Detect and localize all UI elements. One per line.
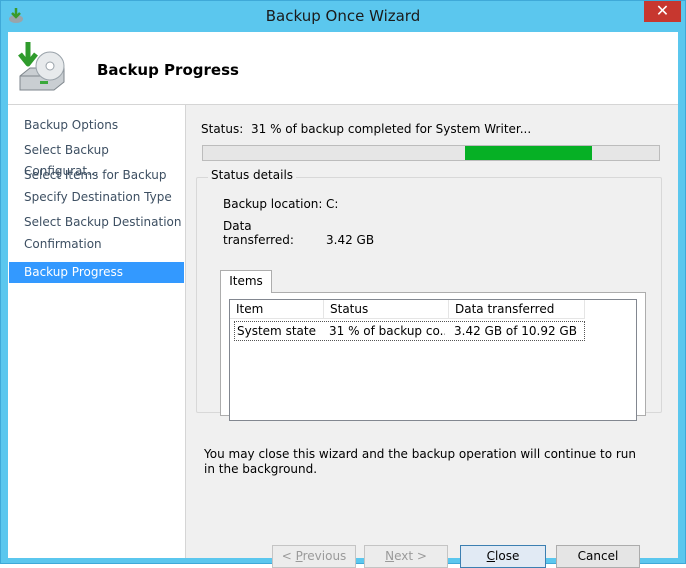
wizard-step-list: Backup Options Select Backup Configurat.… (8, 105, 186, 558)
status-label: Status: (201, 122, 244, 136)
step-confirmation[interactable]: Confirmation (9, 234, 184, 255)
step-specify-destination-type[interactable]: Specify Destination Type (9, 187, 184, 208)
data-transferred-value: 3.42 GB (326, 233, 375, 247)
backup-location-label: Backup location: (223, 197, 323, 211)
items-tab-panel: Item Status Data transferred System stat… (220, 292, 646, 421)
page-title: Backup Progress (97, 61, 239, 79)
background-run-note: You may close this wizard and the backup… (204, 447, 636, 476)
previous-access-key: P (295, 549, 303, 563)
step-backup-progress[interactable]: Backup Progress (9, 262, 184, 283)
backup-drive-icon (18, 42, 65, 91)
step-select-backup-configuration[interactable]: Select Backup Configurat... (9, 140, 184, 178)
tab-items[interactable]: Items (220, 270, 272, 293)
items-list-view[interactable]: Item Status Data transferred System stat… (229, 299, 637, 421)
table-row[interactable]: System state 31 % of backup co... 3.42 G… (234, 321, 585, 341)
previous-rest: revious (302, 549, 347, 563)
wizard-content: Status: 31 % of backup completed for Syst… (186, 105, 678, 568)
row-item-cell: System state (237, 324, 316, 338)
close-access-key: C (486, 549, 496, 563)
status-text: 31 % of backup completed for System Writ… (251, 122, 532, 136)
row-transferred-cell: 3.42 GB of 10.92 GB (454, 324, 577, 338)
next-access-key: N (385, 549, 395, 563)
title-bar[interactable]: Backup Once Wizard ✕ (1, 1, 685, 31)
wizard-client: Backup Progress Backup Options Select Ba… (8, 32, 678, 568)
row-status-cell: 31 % of backup co... (329, 324, 445, 338)
status-details-legend: Status details (208, 168, 297, 182)
column-header-status[interactable]: Status (324, 300, 449, 319)
previous-button[interactable]: < Previous (272, 545, 356, 568)
step-select-backup-destination[interactable]: Select Backup Destination (9, 212, 184, 233)
close-button[interactable]: Close (460, 545, 546, 568)
progress-marquee-fill (465, 146, 592, 160)
cancel-button[interactable]: Cancel (556, 545, 640, 568)
window-title: Backup Once Wizard (265, 7, 421, 25)
window-close-button[interactable]: ✕ (644, 1, 681, 22)
next-rest: ext > (394, 549, 427, 563)
close-rest: lose (495, 549, 520, 563)
wizard-window: Backup Once Wizard ✕ Backup Progress Bac… (0, 0, 686, 568)
backup-progress-bar (202, 145, 660, 161)
column-header-data-transferred[interactable]: Data transferred (449, 300, 585, 319)
step-backup-options[interactable]: Backup Options (9, 115, 184, 136)
backup-location-value: C: (326, 197, 339, 211)
column-header-item[interactable]: Item (230, 300, 324, 319)
step-select-items-for-backup[interactable]: Select Items for Backup (9, 165, 184, 186)
status-line: Status: 31 % of backup completed for Syst… (201, 122, 531, 136)
data-transferred-label: Data transferred: (223, 219, 294, 247)
wizard-header: Backup Progress (8, 32, 678, 105)
next-button[interactable]: Next > (364, 545, 448, 568)
backup-location-row: Backup location: C: (223, 197, 338, 211)
data-transferred-row: Data transferred: 3.42 GB (223, 219, 374, 247)
previous-prefix: < (281, 549, 296, 563)
